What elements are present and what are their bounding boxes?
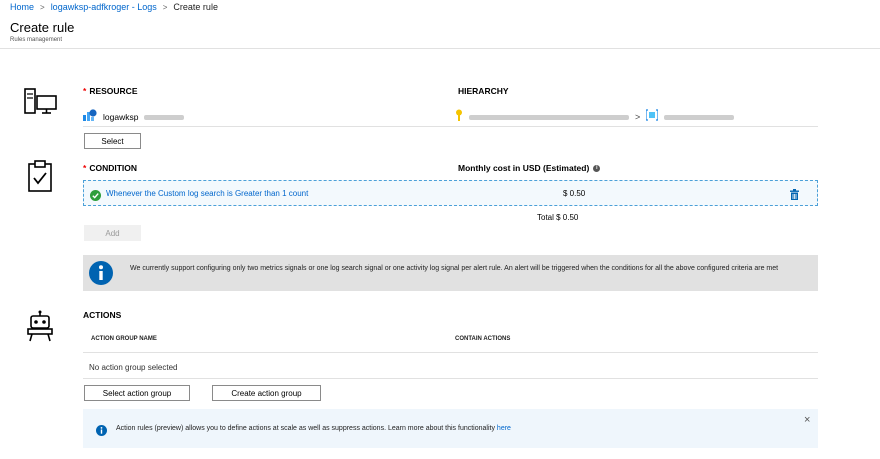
divider — [83, 378, 818, 379]
chevron-right-icon: > — [162, 2, 168, 12]
close-icon[interactable]: × — [804, 414, 810, 426]
redacted-subscription — [469, 114, 629, 120]
breadcrumb-home[interactable]: Home — [10, 2, 34, 12]
info-icon — [89, 261, 113, 290]
robot-icon — [25, 310, 55, 347]
actions-heading: ACTIONS — [83, 310, 122, 320]
log-analytics-workspace-icon — [83, 108, 97, 126]
divider — [83, 352, 818, 353]
page-subtitle: Rules management — [10, 37, 63, 43]
hierarchy-heading: HIERARCHY — [458, 86, 509, 96]
empty-action-groups: No action group selected — [89, 363, 178, 372]
chevron-right-icon: > — [635, 112, 641, 122]
delete-icon[interactable] — [790, 187, 799, 205]
monthly-cost-heading: Monthly cost in USD (Estimated) i — [458, 163, 601, 173]
redacted-text — [144, 114, 185, 120]
check-circle-icon — [90, 188, 101, 206]
learn-more-link[interactable]: here — [497, 425, 511, 432]
redacted-resource-group — [664, 114, 735, 120]
resource-icon — [24, 88, 58, 121]
breadcrumb-current: Create rule — [173, 2, 218, 12]
info-message: We currently support configuring only tw… — [130, 265, 779, 272]
breadcrumb-workspace[interactable]: logawksp-adfkroger - Logs — [51, 2, 157, 12]
condition-item[interactable]: Whenever the Custom log search is Greate… — [83, 180, 818, 206]
create-action-group-button[interactable]: Create action group — [212, 385, 321, 401]
condition-heading: * CONDITION — [83, 163, 138, 173]
select-resource-button[interactable]: Select — [84, 133, 141, 149]
add-condition-button[interactable]: Add — [84, 225, 141, 241]
breadcrumb: Home > logawksp-adfkroger - Logs > Creat… — [10, 0, 218, 14]
clipboard-check-icon — [28, 160, 52, 197]
action-rules-banner: Action rules (preview) allows you to def… — [83, 409, 818, 448]
total-cost: Total $ 0.50 — [537, 213, 579, 222]
column-header-contain-actions: CONTAIN ACTIONS — [455, 336, 511, 342]
condition-cost: $ 0.50 — [563, 189, 586, 198]
info-banner: We currently support configuring only tw… — [83, 255, 818, 291]
select-action-group-button[interactable]: Select action group — [84, 385, 190, 401]
resource-name: logawksp — [103, 112, 139, 122]
action-rules-text: Action rules (preview) allows you to def… — [116, 425, 511, 432]
chevron-right-icon: > — [40, 2, 45, 12]
info-icon[interactable]: i — [593, 164, 601, 172]
info-icon — [96, 423, 107, 441]
hierarchy-path: > — [455, 108, 735, 126]
condition-link[interactable]: Whenever the Custom log search is Greate… — [106, 189, 308, 198]
page-header: Create rule Rules management — [0, 14, 880, 49]
resource-group-icon — [645, 108, 659, 126]
key-icon — [455, 108, 463, 126]
column-header-action-group-name: ACTION GROUP NAME — [91, 336, 157, 342]
resource-row: logawksp — [83, 108, 185, 126]
page-title: Create rule — [10, 20, 75, 35]
resource-heading: * RESOURCE — [83, 86, 138, 96]
divider — [83, 126, 818, 127]
